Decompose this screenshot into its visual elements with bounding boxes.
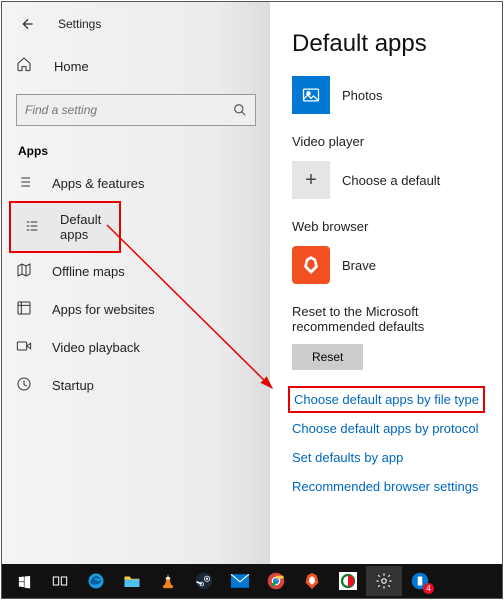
nav-label: Video playback <box>52 340 140 355</box>
link-set-defaults-by-app[interactable]: Set defaults by app <box>292 450 502 465</box>
app-name: Photos <box>342 88 382 103</box>
windows-icon <box>17 574 32 589</box>
arrow-left-icon <box>20 16 36 32</box>
video-icon <box>16 338 34 356</box>
list-icon <box>16 174 34 192</box>
link-recommended-browser[interactable]: Recommended browser settings <box>292 479 502 494</box>
section-label: Apps <box>2 140 270 164</box>
main-panel: Default apps Photos Video player + Choos… <box>270 2 502 564</box>
notification-badge: 4 <box>423 583 434 594</box>
nav-apps-features[interactable]: Apps & features <box>2 164 270 202</box>
web-browser-heading: Web browser <box>292 219 502 234</box>
brave-icon <box>292 246 330 284</box>
startup-icon <box>16 376 34 394</box>
mail-icon <box>231 574 249 588</box>
map-icon <box>16 262 34 280</box>
brave-icon <box>304 572 320 590</box>
nav-label: Default apps <box>60 212 106 242</box>
taskbar-app[interactable] <box>294 566 330 596</box>
plus-icon: + <box>292 161 330 199</box>
taskbar: 4 <box>2 564 502 598</box>
taskbar-app[interactable] <box>330 566 366 596</box>
search-input[interactable] <box>25 103 233 117</box>
nav-label: Apps for websites <box>52 302 155 317</box>
taskbar-app[interactable] <box>258 566 294 596</box>
nav-video-playback[interactable]: Video playback <box>2 328 270 366</box>
search-box[interactable] <box>16 94 256 126</box>
app-name: Choose a default <box>342 173 440 188</box>
back-button[interactable] <box>16 12 40 36</box>
nav-label: Apps & features <box>52 176 145 191</box>
edge-icon <box>87 572 105 590</box>
taskbar-app[interactable] <box>78 566 114 596</box>
task-view-button[interactable] <box>42 566 78 596</box>
app-name: Brave <box>342 258 376 273</box>
steam-icon <box>195 572 213 590</box>
taskbar-app[interactable]: 4 <box>402 566 438 596</box>
taskbar-app[interactable] <box>186 566 222 596</box>
nav-apps-for-websites[interactable]: Apps for websites <box>2 290 270 328</box>
video-player-row[interactable]: + Choose a default <box>292 161 502 199</box>
web-browser-row[interactable]: Brave <box>292 246 502 284</box>
nav-offline-maps[interactable]: Offline maps <box>2 252 270 290</box>
explorer-icon <box>123 573 141 589</box>
websites-icon <box>16 300 34 318</box>
nav-startup[interactable]: Startup <box>2 366 270 404</box>
search-icon <box>233 103 247 117</box>
taskbar-settings[interactable] <box>366 566 402 596</box>
reset-label: Reset to the Microsoft recommended defau… <box>292 304 502 334</box>
vlc-icon <box>160 572 176 590</box>
start-button[interactable] <box>6 566 42 596</box>
page-title: Default apps <box>292 30 502 58</box>
window-title: Settings <box>58 17 101 31</box>
gear-icon <box>375 572 393 590</box>
defaults-icon <box>24 218 42 236</box>
taskbar-app[interactable] <box>114 566 150 596</box>
home-icon <box>16 56 36 76</box>
app-icon <box>339 572 357 590</box>
sidebar: Settings Home Apps Apps & features <box>2 2 270 564</box>
nav-label: Offline maps <box>52 264 125 279</box>
nav-default-apps[interactable]: Default apps <box>10 202 120 252</box>
chrome-icon <box>267 572 285 590</box>
taskbar-app[interactable] <box>222 566 258 596</box>
home-label: Home <box>54 59 89 74</box>
link-choose-by-protocol[interactable]: Choose default apps by protocol <box>292 421 502 436</box>
reset-button[interactable]: Reset <box>292 344 363 370</box>
nav-label: Startup <box>52 378 94 393</box>
photo-viewer-row[interactable]: Photos <box>292 76 502 114</box>
taskview-icon <box>52 574 68 588</box>
video-player-heading: Video player <box>292 134 502 149</box>
taskbar-app[interactable] <box>150 566 186 596</box>
link-choose-by-file-type[interactable]: Choose default apps by file type <box>292 390 481 409</box>
photos-icon <box>292 76 330 114</box>
home-nav[interactable]: Home <box>2 46 270 86</box>
